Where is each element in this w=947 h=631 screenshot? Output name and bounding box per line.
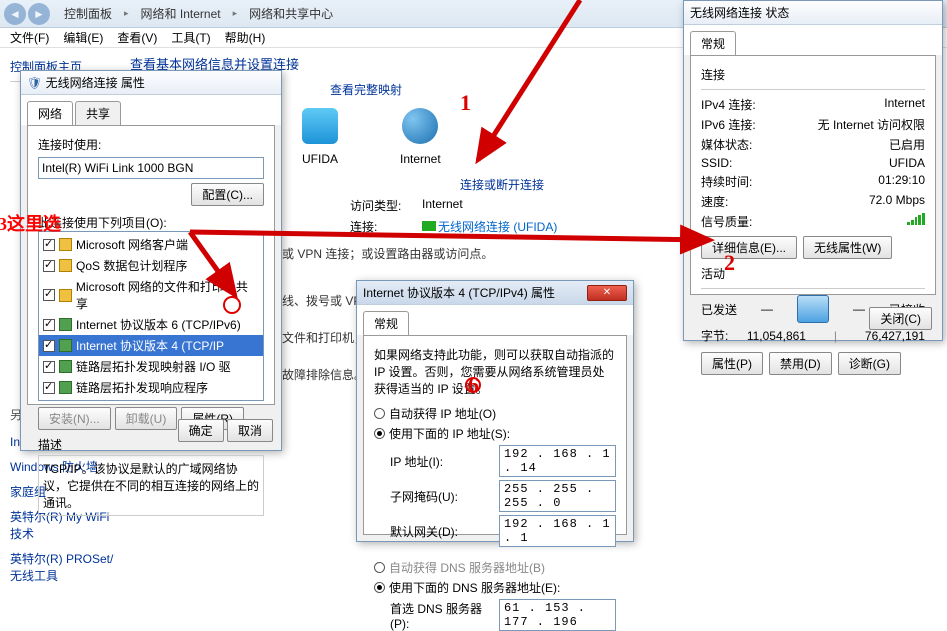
properties-button[interactable]: 属性(P) <box>701 352 763 375</box>
close-button[interactable]: 关闭(C) <box>869 307 932 330</box>
menu-tools[interactable]: 工具(T) <box>165 27 216 48</box>
desc-text: TCP/IP。该协议是默认的广域网络协议，它提供在不同的相互连接的网络上的通讯。 <box>38 455 264 516</box>
net-local: UFIDA <box>300 108 340 166</box>
uninstall-button: 卸载(U) <box>115 407 178 430</box>
view-full-map[interactable]: 查看完整映射 <box>330 81 677 98</box>
dialog-title: 无线网络连接 状态 <box>690 4 936 21</box>
list-item-ipv4[interactable]: Internet 协议版本 4 (TCP/IP <box>39 335 263 356</box>
details-button[interactable]: 详细信息(E)... <box>701 236 797 259</box>
dialog-title: Internet 协议版本 4 (TCP/IPv4) 属性 <box>363 284 587 301</box>
access-type-label: 访问类型: <box>350 197 410 214</box>
breadcrumb[interactable]: 控制面板▸ 网络和 Internet▸ 网络和共享中心 <box>60 3 337 24</box>
wireless-status-dialog: 无线网络连接 状态 常规 连接 IPv4 连接:Internet IPv6 连接… <box>683 0 943 341</box>
bc-share[interactable]: 网络和共享中心 <box>245 3 337 24</box>
list-item: Microsoft 网络客户端 <box>39 234 263 255</box>
bytes-recv: 76,427,191 <box>865 329 925 343</box>
radio-auto-ip[interactable]: 自动获得 IP 地址(O) <box>374 405 616 422</box>
connections-label: 连接: <box>350 218 410 235</box>
radio-auto-dns: 自动获得 DNS 服务器地址(B) <box>374 559 616 576</box>
shield-icon: 🛡 <box>27 76 42 90</box>
dns1-field[interactable]: 61 . 153 . 177 . 196 <box>499 599 616 631</box>
anno-2: 2 <box>724 250 735 276</box>
activity-icon <box>797 295 829 323</box>
adapter-name: Intel(R) WiFi Link 1000 BGN <box>38 157 264 179</box>
intro-text: 如果网络支持此功能，则可以获取自动指派的 IP 设置。否则，您需要从网络系统管理… <box>374 346 616 397</box>
bytes-sent: 11,054,861 <box>747 329 806 343</box>
back-button[interactable]: ◄ <box>4 3 26 25</box>
install-button[interactable]: 安装(N)... <box>38 407 111 430</box>
menu-file[interactable]: 文件(F) <box>4 27 55 48</box>
bc-root[interactable]: 控制面板 <box>60 3 116 24</box>
close-icon[interactable]: ✕ <box>587 285 627 301</box>
bc-net[interactable]: 网络和 Internet <box>137 3 225 24</box>
access-type-value: Internet <box>422 197 463 214</box>
cancel-button[interactable]: 取消 <box>227 419 273 442</box>
computer-icon <box>302 108 338 144</box>
forward-button[interactable]: ► <box>28 3 50 25</box>
signal-bars-icon <box>907 213 925 225</box>
anno-3: 3这里选 <box>0 210 61 236</box>
subnet-mask-field[interactable]: 255 . 255 . 255 . 0 <box>499 480 616 512</box>
items-label: 此连接使用下列项目(O): <box>38 214 264 231</box>
list-item: Microsoft 网络的文件和打印机共享 <box>39 276 263 314</box>
tab-general[interactable]: 常规 <box>690 31 736 55</box>
list-item: Internet 协议版本 6 (TCP/IPv6) <box>39 314 263 335</box>
wireless-props-button[interactable]: 无线属性(W) <box>803 236 892 259</box>
wireless-properties-dialog: 🛡 无线网络连接 属性 网络 共享 连接时使用: Intel(R) WiFi L… <box>20 70 282 451</box>
ip-address-field[interactable]: 192 . 168 . 1 . 14 <box>499 445 616 477</box>
tab-general[interactable]: 常规 <box>363 311 409 335</box>
menu-view[interactable]: 查看(V) <box>111 27 163 48</box>
list-item: 链路层拓扑发现映射器 I/O 驱 <box>39 356 263 377</box>
ipv4-value: Internet <box>884 96 925 113</box>
ipv6-value: 无 Internet 访问权限 <box>818 116 925 133</box>
ipv4-properties-dialog: Internet 协议版本 4 (TCP/IPv4) 属性 ✕ 常规 如果网络支… <box>356 280 634 542</box>
configure-button[interactable]: 配置(C)... <box>191 183 264 206</box>
gateway-field[interactable]: 192 . 168 . 1 . 1 <box>499 515 616 547</box>
items-list[interactable]: Microsoft 网络客户端 QoS 数据包计划程序 Microsoft 网络… <box>38 231 264 401</box>
disable-button[interactable]: 禁用(D) <box>769 352 832 375</box>
list-item: QoS 数据包计划程序 <box>39 255 263 276</box>
radio-manual-ip[interactable]: 使用下面的 IP 地址(S): <box>374 425 616 442</box>
anno-6: 6 <box>468 372 479 398</box>
tab-sharing[interactable]: 共享 <box>75 101 121 125</box>
dialog-title: 无线网络连接 属性 <box>46 74 275 91</box>
ok-button[interactable]: 确定 <box>178 419 224 442</box>
connect-disconnect[interactable]: 连接或断开连接 <box>460 176 677 193</box>
sub1: 时或 VPN 连接；或设置路由器或访问点。 <box>270 245 677 262</box>
radio-manual-dns[interactable]: 使用下面的 DNS 服务器地址(E): <box>374 579 616 596</box>
list-item: 链路层拓扑发现响应程序 <box>39 377 263 398</box>
diagnose-button[interactable]: 诊断(G) <box>838 352 901 375</box>
link-intel-proset[interactable]: 英特尔(R) PROSet/无线工具 <box>10 546 120 588</box>
connect-using-label: 连接时使用: <box>38 136 264 153</box>
anno-1: 1 <box>460 90 471 116</box>
connection-link[interactable]: 无线网络连接 (UFIDA) <box>422 218 557 235</box>
section-connection: 连接 <box>701 66 925 83</box>
ssid-value: UFIDA <box>889 156 925 170</box>
signal-icon <box>422 221 436 231</box>
menu-edit[interactable]: 编辑(E) <box>57 27 109 48</box>
menu-help[interactable]: 帮助(H) <box>219 27 272 48</box>
globe-icon <box>402 108 438 144</box>
tab-network[interactable]: 网络 <box>27 101 73 125</box>
net-internet: Internet <box>400 108 441 166</box>
